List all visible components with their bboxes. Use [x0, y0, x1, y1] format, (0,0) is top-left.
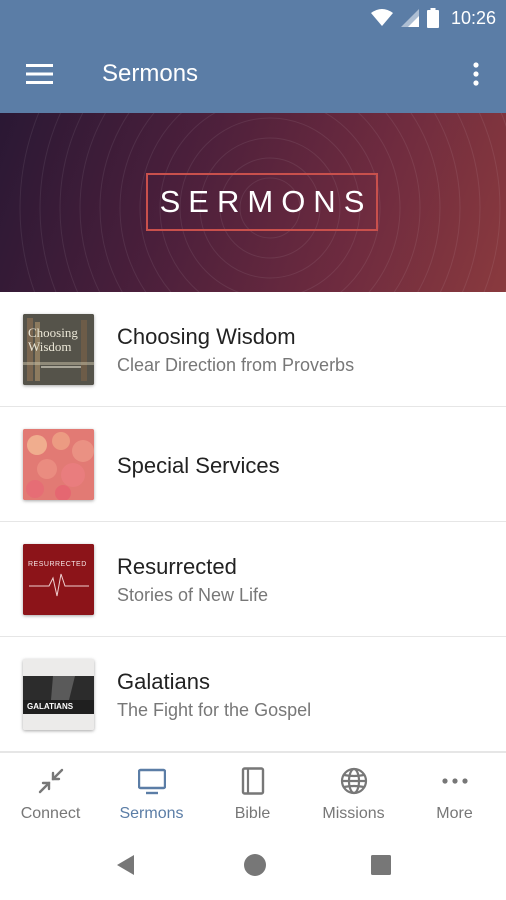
series-thumbnail: [23, 429, 94, 500]
tab-bible[interactable]: Bible: [202, 753, 303, 831]
tab-label: More: [436, 805, 473, 822]
series-thumbnail: GALATIANS: [23, 659, 94, 730]
battery-icon: [426, 8, 439, 28]
thumbnail-text: Choosing Wisdom: [28, 325, 78, 354]
connect-icon: [38, 768, 64, 794]
list-item-choosing-wisdom[interactable]: Choosing Wisdom Choosing Wisdom Clear Di…: [0, 292, 506, 407]
series-title: Special Services: [117, 453, 280, 478]
series-thumbnail: RESURRECTED: [23, 544, 94, 615]
back-icon[interactable]: [114, 852, 140, 878]
globe-icon: [340, 767, 368, 795]
heartbeat-image: [23, 544, 94, 615]
status-bar: 10:26: [0, 0, 506, 36]
tab-missions[interactable]: Missions: [303, 753, 404, 831]
home-icon[interactable]: [242, 852, 268, 878]
tab-label: Connect: [20, 805, 81, 822]
app-bar: Sermons: [0, 36, 506, 113]
wifi-icon: [370, 9, 393, 26]
tv-icon: [138, 768, 166, 795]
tab-sermons[interactable]: Sermons: [101, 753, 202, 831]
hamburger-menu-icon[interactable]: [25, 62, 55, 86]
series-thumbnail: Choosing Wisdom: [23, 314, 94, 385]
system-navigation-bar: [0, 830, 506, 900]
banner-title: SERMONS: [146, 173, 378, 231]
list-item-resurrected[interactable]: RESURRECTED Resurrected Stories of New L…: [0, 522, 506, 637]
series-title: Choosing Wisdom: [117, 324, 296, 349]
signal-icon: [400, 9, 419, 27]
status-time: 10:26: [450, 7, 496, 28]
book-icon: [241, 767, 265, 795]
thumbnail-text: RESURRECTED: [28, 561, 87, 568]
series-subtitle: Stories of New Life: [117, 585, 269, 605]
tab-label: Sermons: [119, 805, 184, 822]
top-bar: 10:26 Sermons: [0, 0, 506, 113]
tab-more[interactable]: More: [404, 753, 505, 831]
recents-icon[interactable]: [368, 852, 394, 878]
tab-label: Missions: [322, 805, 385, 822]
sermon-series-list: Choosing Wisdom Choosing Wisdom Clear Di…: [0, 292, 506, 752]
sermons-banner: SERMONS: [0, 113, 506, 292]
series-title: Resurrected: [117, 554, 237, 579]
tab-connect[interactable]: Connect: [0, 753, 101, 831]
overflow-menu-icon[interactable]: [466, 60, 486, 90]
thumbnail-text: GALATIANS: [27, 702, 74, 711]
status-icons: 10:26: [370, 6, 496, 30]
galatians-image: [23, 659, 94, 730]
tab-label: Bible: [234, 805, 271, 822]
series-subtitle: Clear Direction from Proverbs: [117, 355, 355, 375]
bottom-navigation: Connect Sermons Bible Missions More: [0, 752, 506, 831]
list-item-special-services[interactable]: Special Services: [0, 407, 506, 522]
series-subtitle: The Fight for the Gospel: [117, 700, 312, 720]
series-title: Galatians: [117, 669, 210, 694]
list-item-galatians[interactable]: GALATIANS Galatians The Fight for the Go…: [0, 637, 506, 752]
bokeh-image: [23, 429, 94, 500]
more-dots-icon: [442, 778, 468, 784]
page-title: Sermons: [102, 60, 199, 87]
